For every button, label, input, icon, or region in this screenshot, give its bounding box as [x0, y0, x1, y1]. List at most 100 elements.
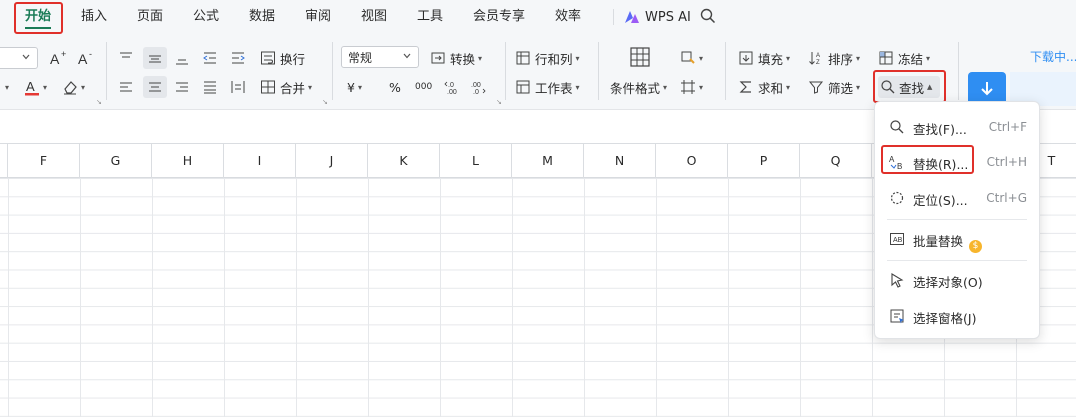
align-left-button[interactable] [118, 76, 134, 98]
download-status-text: 下载中... [1030, 50, 1076, 64]
indent-icon [232, 52, 245, 64]
decrease-decimal-button[interactable]: .00.0 [470, 76, 486, 98]
column-header-h[interactable]: H [152, 144, 224, 178]
increase-indent-button[interactable] [230, 47, 246, 69]
thousands-separator-button[interactable]: 000 [415, 76, 432, 98]
decrease-indent-button[interactable] [202, 47, 218, 69]
column-header-o[interactable]: O [656, 144, 728, 178]
tab-member[interactable]: 会员专享 [473, 6, 525, 28]
conditional-format-button[interactable]: 条件格式 ▾ [610, 76, 667, 98]
selection-pane-icon [890, 309, 904, 324]
align-right-icon [176, 82, 188, 92]
menu-item-batch-replace[interactable]: AB 批量替换 $ [875, 224, 1041, 254]
svg-text:AB: AB [893, 237, 903, 244]
column-header-partial[interactable] [0, 144, 8, 178]
fill-button[interactable]: 填充 ▾ [738, 47, 790, 69]
clear-format-button[interactable]: ▾ [62, 76, 85, 98]
column-header-i[interactable]: I [224, 144, 296, 178]
wps-ai-label: WPS AI [645, 9, 691, 25]
font-size-combo[interactable] [0, 47, 38, 69]
tab-home[interactable]: 开始 [25, 6, 51, 28]
increase-decimal-icon: .0.00 [444, 81, 457, 95]
font-dialog-launcher-icon[interactable]: ↘ [96, 98, 102, 106]
premium-coin-icon: $ [969, 240, 983, 253]
tab-formula[interactable]: 公式 [193, 6, 219, 28]
tab-page[interactable]: 页面 [137, 6, 163, 28]
distribute-button[interactable] [230, 76, 246, 98]
freeze-icon [879, 51, 893, 65]
menu-item-label: 批量替换 $ [913, 231, 983, 253]
align-top-button[interactable] [118, 47, 134, 69]
tab-review[interactable]: 审阅 [305, 6, 331, 28]
column-header-g[interactable]: G [80, 144, 152, 178]
column-header-p[interactable]: P [728, 144, 800, 178]
align-bottom-button[interactable] [174, 47, 190, 69]
column-header-m[interactable]: M [512, 144, 584, 178]
grid-column-line [800, 178, 801, 417]
worksheet-button[interactable]: 工作表 ▾ [515, 76, 580, 98]
menu-item-goto[interactable]: 定位(S)... Ctrl+G [875, 183, 1041, 213]
currency-format-button[interactable]: ¥ ▾ [347, 76, 362, 98]
tab-insert[interactable]: 插入 [81, 6, 107, 28]
decrease-font-button[interactable]: A- [78, 47, 96, 69]
ribbon-divider [725, 42, 726, 100]
autosum-button[interactable]: 求和 ▾ [738, 76, 790, 98]
align-right-button[interactable] [174, 76, 190, 98]
justify-button[interactable] [202, 76, 218, 98]
search-icon[interactable] [700, 8, 716, 24]
number-dialog-launcher-icon[interactable]: ↘ [496, 98, 502, 106]
align-middle-button[interactable] [143, 47, 167, 69]
wrap-text-button[interactable]: 换行 [260, 47, 305, 69]
wps-ai-button[interactable]: WPS AI [624, 6, 691, 28]
percent-format-button[interactable]: % [389, 76, 401, 98]
menu-item-find[interactable]: 查找(F)... Ctrl+F [875, 112, 1041, 142]
merge-label: 合并 [280, 80, 306, 96]
convert-button[interactable]: 转换 ▾ [430, 47, 482, 69]
grid-column-line [872, 178, 873, 417]
number-format-combo[interactable]: 常规 [341, 46, 419, 68]
svg-text:.00: .00 [447, 89, 457, 95]
column-header-n[interactable]: N [584, 144, 656, 178]
tab-tools[interactable]: 工具 [417, 6, 443, 28]
cell-style-button[interactable]: ▾ [680, 47, 703, 69]
caret-icon: ▾ [81, 82, 86, 92]
ribbon-divider [598, 42, 599, 100]
tab-data[interactable]: 数据 [249, 6, 275, 28]
find-button[interactable]: 查找 ▲ [878, 76, 940, 98]
caret-icon: ▾ [308, 82, 313, 92]
menu-bar: 开始 插入 页面 公式 数据 审阅 视图 工具 会员专享 效率 WPS AI [0, 0, 1076, 34]
align-center-button[interactable] [143, 76, 167, 98]
conditional-format-icon-button[interactable] [628, 44, 652, 70]
svg-text:A: A [78, 51, 88, 66]
column-header-l[interactable]: L [440, 144, 512, 178]
column-header-j[interactable]: J [296, 144, 368, 178]
alignment-dialog-launcher-icon[interactable]: ↘ [322, 98, 328, 106]
svg-text:B: B [897, 162, 902, 170]
menu-item-select-objects[interactable]: 选择对象(O) [875, 265, 1041, 295]
sort-label: 排序 [828, 51, 854, 67]
column-header-q[interactable]: Q [800, 144, 872, 178]
menu-item-label: 选择窗格(J) [913, 311, 977, 326]
merge-cells-button[interactable]: 合并 ▾ [260, 76, 312, 98]
sort-button[interactable]: AZ 排序 ▾ [808, 47, 860, 69]
more-font-button[interactable]: ▾ [2, 76, 9, 98]
rows-columns-button[interactable]: 行和列 ▾ [515, 47, 580, 69]
menu-item-replace[interactable]: AB 替换(R)... Ctrl+H [875, 147, 1041, 177]
caret-icon: ▾ [699, 53, 704, 63]
filter-button[interactable]: 筛选 ▾ [808, 76, 860, 98]
borders-button[interactable]: ▾ [680, 76, 703, 98]
tab-view[interactable]: 视图 [361, 6, 387, 28]
freeze-panes-button[interactable]: 冻结 ▾ [878, 47, 930, 69]
column-header-k[interactable]: K [368, 144, 440, 178]
grid-column-line [728, 178, 729, 417]
tab-efficiency[interactable]: 效率 [555, 6, 581, 28]
menu-item-shortcut: Ctrl+G [986, 191, 1027, 205]
increase-font-button[interactable]: A + [50, 47, 68, 69]
menu-item-selection-pane[interactable]: 选择窗格(J) [875, 301, 1041, 331]
increase-decimal-button[interactable]: .0.00 [444, 76, 460, 98]
column-header-f[interactable]: F [8, 144, 80, 178]
cursor-arrow-icon [891, 273, 904, 288]
font-color-button[interactable]: A ▾ [24, 76, 47, 98]
spreadsheet-window: 开始 插入 页面 公式 数据 审阅 视图 工具 会员专享 效率 WPS AI A… [0, 0, 1076, 417]
caret-icon: ▾ [699, 82, 704, 92]
